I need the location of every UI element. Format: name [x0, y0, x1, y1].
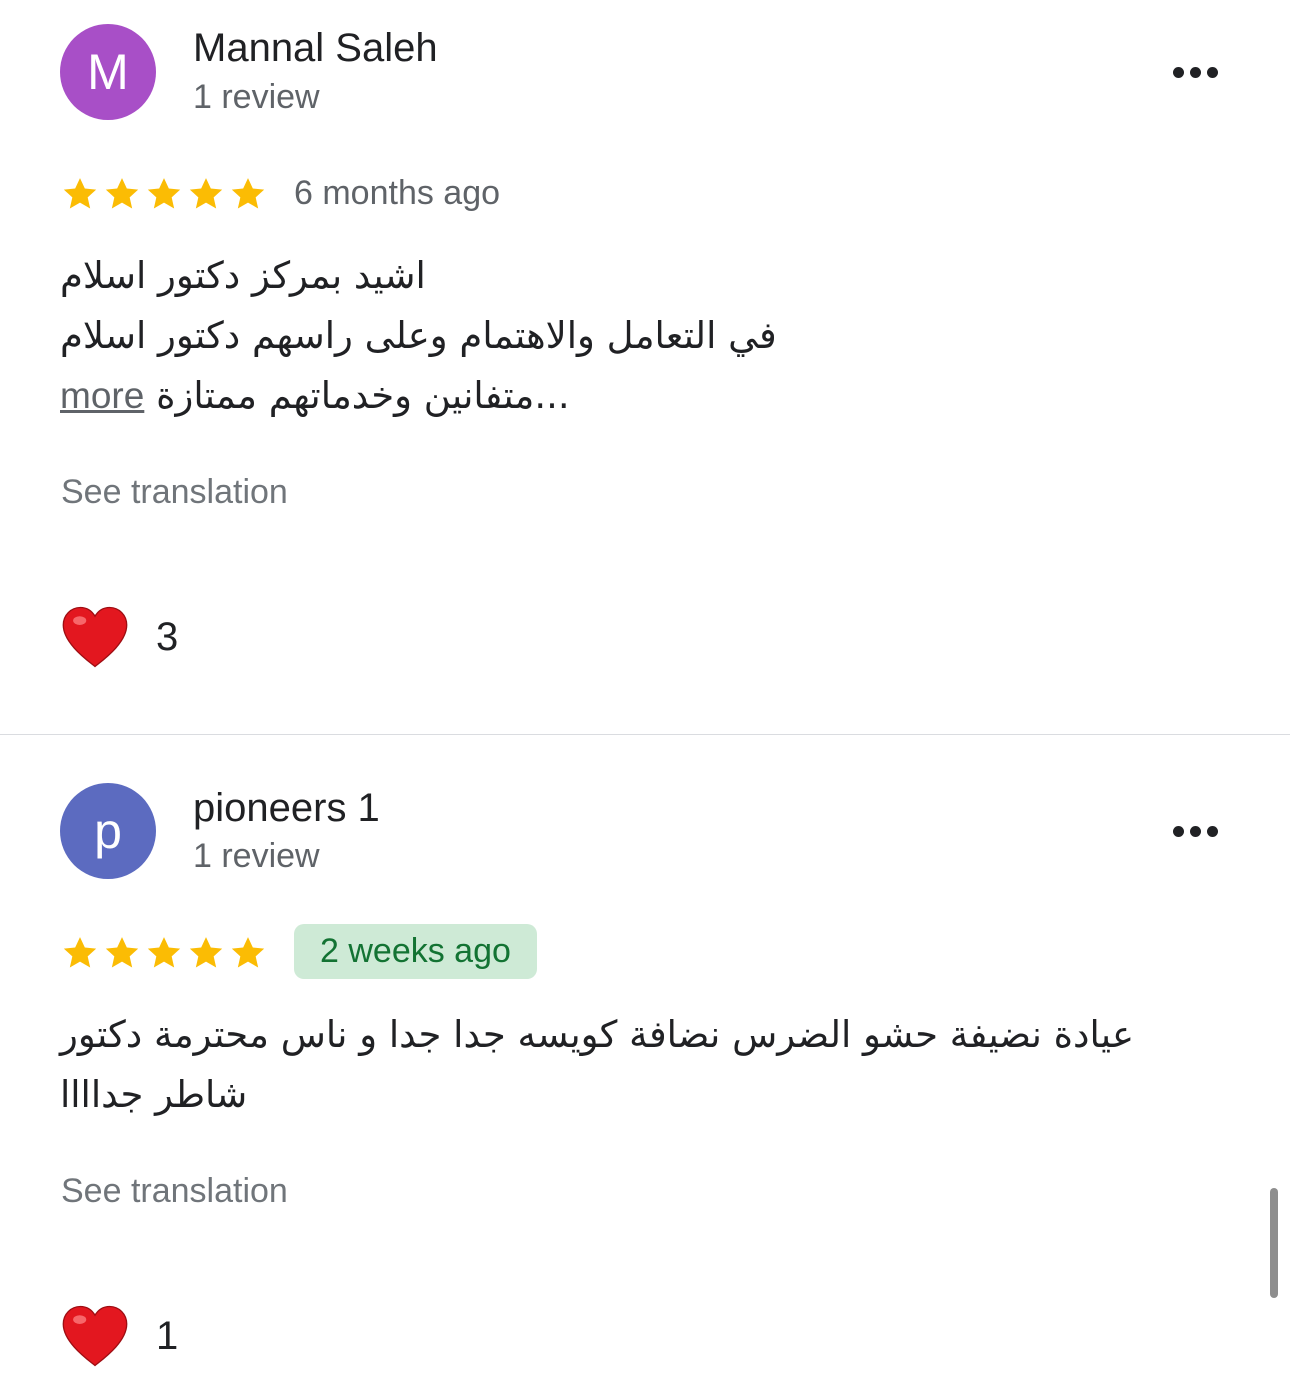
review-card: p pioneers 1 1 review 2 weeks ago عيادة … [0, 735, 1290, 1378]
star-icon [144, 933, 184, 973]
dot [1189, 825, 1201, 837]
review-text: عيادة نضيفة حشو الضرس نضافة كويسه جدا جد… [60, 1005, 1134, 1125]
review-card: M Mannal Saleh 1 review 6 months ago اشي… [0, 0, 1290, 734]
star-icon [102, 933, 142, 973]
see-translation-link[interactable]: See translation [61, 1172, 288, 1211]
review-text-line: more متفانين وخدماتهم ممتازة... [60, 366, 777, 426]
dot [1206, 825, 1218, 837]
star-icon [144, 174, 184, 214]
star-icon [60, 174, 100, 214]
review-time: 6 months ago [294, 174, 501, 212]
star-rating [60, 933, 268, 977]
review-text-line-end: متفانين وخدماتهم ممتازة... [156, 374, 570, 417]
review-text-line: عيادة نضيفة حشو الضرس نضافة كويسه جدا جد… [60, 1013, 1135, 1056]
heart-icon [62, 606, 128, 668]
star-icon [102, 174, 142, 214]
review-text: اشيد بمركز دكتور اسلام في التعامل والاهت… [60, 246, 777, 426]
like-count: 3 [156, 614, 179, 659]
reviewer-name[interactable]: Mannal Saleh [193, 26, 438, 71]
more-link[interactable]: more [60, 375, 144, 416]
review-text-line: في التعامل والاهتمام وعلى راسهم دكتور اس… [60, 314, 777, 357]
review-time-badge: 2 weeks ago [294, 924, 537, 979]
star-icon [186, 174, 226, 214]
heart-icon [62, 1305, 128, 1367]
reviewer-name[interactable]: pioneers 1 [193, 786, 380, 831]
more-horiz-icon [1172, 825, 1184, 837]
reviewer-review-count: 1 review [193, 837, 320, 875]
like-button[interactable]: 3 [60, 602, 178, 672]
like-button[interactable]: 1 [60, 1301, 178, 1371]
star-icon [60, 933, 100, 973]
more-options-button[interactable] [1160, 811, 1230, 851]
reviewer-review-count: 1 review [193, 78, 320, 116]
more-options-button[interactable] [1160, 52, 1230, 92]
avatar[interactable]: p [60, 783, 156, 879]
avatar[interactable]: M [60, 24, 156, 120]
like-count: 1 [156, 1313, 179, 1358]
more-horiz-icon [1172, 66, 1184, 78]
star-icon [228, 174, 268, 214]
star-icon [228, 933, 268, 973]
review-text-line: شاطر جداااا [60, 1073, 248, 1116]
review-text-line: اشيد بمركز دكتور اسلام [60, 254, 426, 297]
dot [1189, 66, 1201, 78]
see-translation-link[interactable]: See translation [61, 473, 288, 512]
star-rating [60, 174, 268, 218]
star-icon [186, 933, 226, 973]
dot [1206, 66, 1218, 78]
scrollbar[interactable] [1270, 1188, 1278, 1298]
